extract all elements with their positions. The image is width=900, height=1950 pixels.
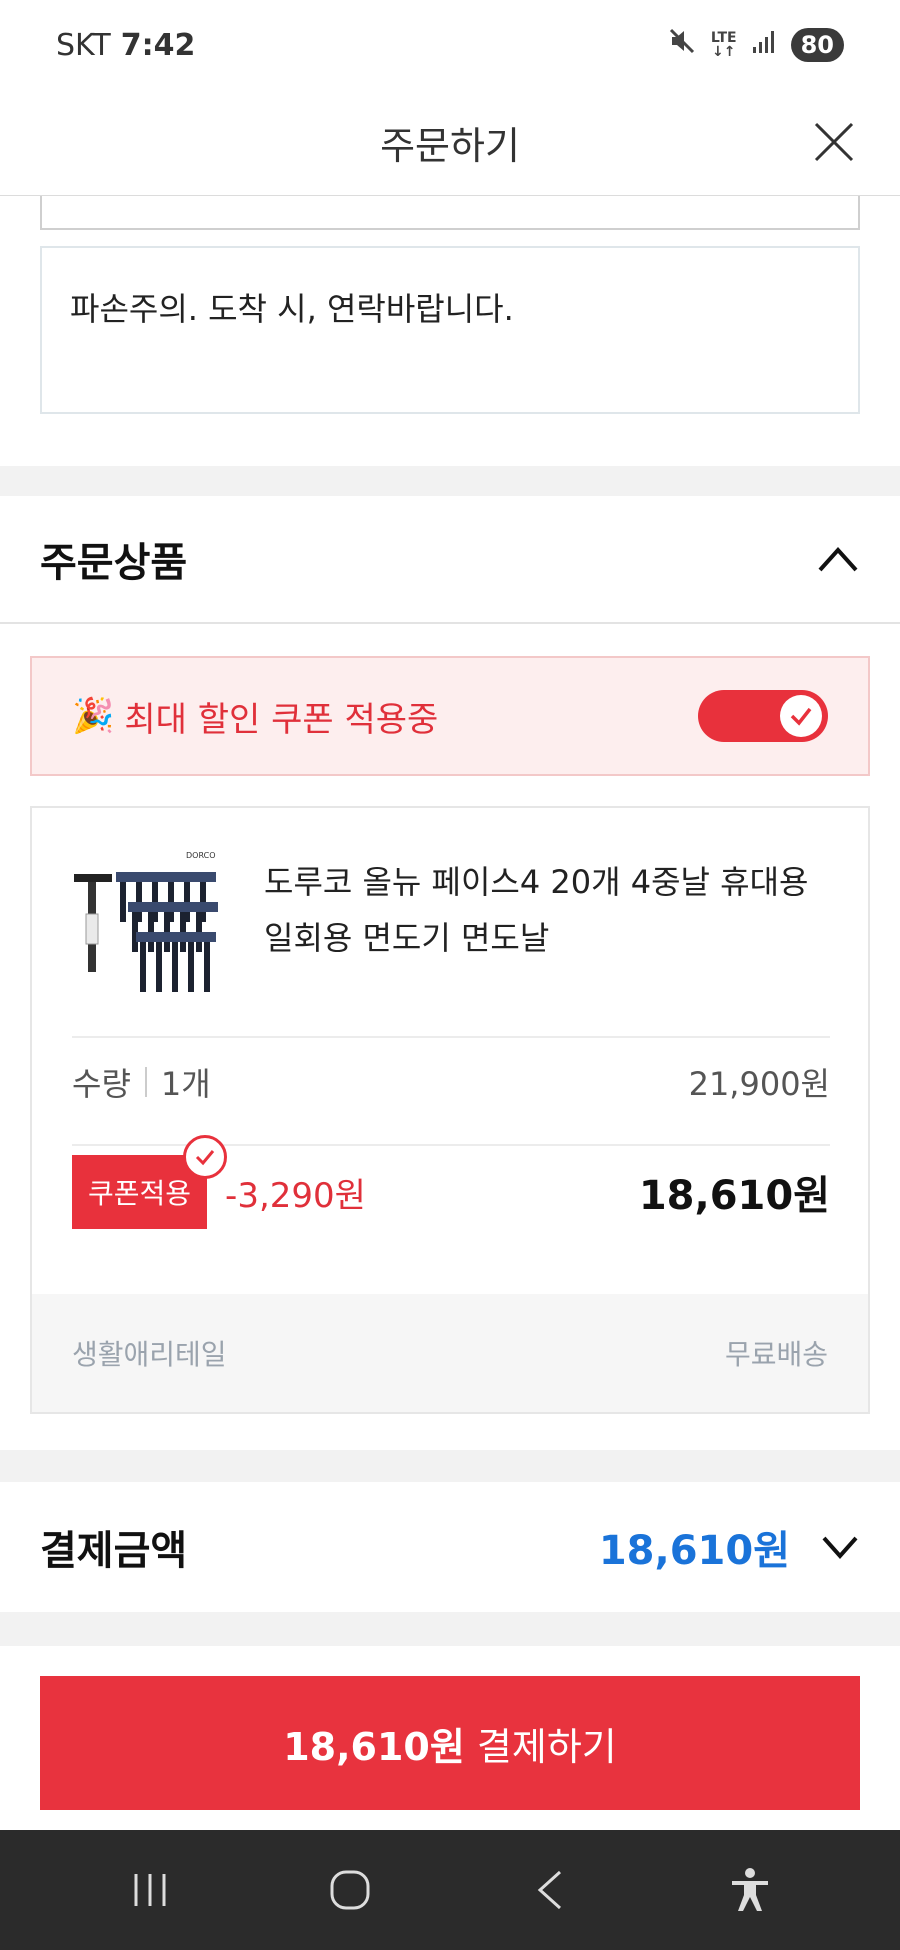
home-button[interactable] [310,1850,390,1930]
payment-right: 18,610원 [599,1518,860,1576]
status-bar: SKT 7:42 LTE ↓↑ 80 [0,0,900,90]
seller-info: 생활애리테일 무료배송 [32,1294,868,1412]
page-header: 주문하기 [0,90,900,196]
back-icon [537,1870,562,1910]
lte-indicator: LTE ↓↑ [711,31,737,59]
product-name-line1: 도루코 올뉴 페이스4 20개 4중날 휴대용 [264,863,809,901]
back-button[interactable] [510,1850,590,1930]
accessibility-icon [732,1868,768,1911]
address-field-partial[interactable] [40,196,860,230]
pay-button[interactable]: 18,610원 결제하기 [40,1676,860,1810]
section-divider [0,1612,900,1646]
status-left: SKT 7:42 [56,28,195,63]
product-name[interactable]: 도루코 올뉴 페이스4 20개 4중날 휴대용 일회용 면도기 면도날 [264,854,844,966]
chevron-down-icon[interactable] [820,1534,860,1560]
section-divider [0,1450,900,1482]
quantity-value: 1개 [160,1065,211,1103]
coupon-banner-text: 최대 할인 쿠폰 적용중 [124,699,439,740]
shipping-info: 무료배송 [724,1338,828,1371]
quantity-row: 수량 1개 21,900원 [72,1032,830,1132]
party-icon: 🎉 [72,696,115,736]
close-button[interactable] [804,112,864,172]
coupon-check-badge [183,1135,228,1179]
discount-amount: -3,290원 [225,1175,366,1216]
product-card: DORCO 도루코 올뉴 페이스4 20개 4중날 휴대용 일회용 면도기 면도… [30,806,870,1414]
coupon-banner-left: 🎉 최대 할인 쿠폰 적용중 [72,692,438,741]
mute-icon [667,26,697,64]
pay-button-amount: 18,610원 [283,1724,465,1769]
section-title: 주문상품 [40,540,188,586]
original-price: 21,900원 [688,1065,830,1103]
accessibility-button[interactable] [710,1850,790,1930]
quantity-label: 수량 [72,1065,131,1103]
price-row: 쿠폰적용 -3,290원 18,610원 [72,1135,830,1240]
check-icon [790,707,812,726]
coupon-apply-button[interactable]: 쿠폰적용 [72,1135,228,1229]
status-right: LTE ↓↑ 80 [667,26,844,64]
home-icon [330,1870,370,1910]
payment-amount: 18,610원 [598,1528,790,1574]
seller-name: 생활애리테일 [72,1338,227,1371]
coupon-banner: 🎉 최대 할인 쿠폰 적용중 [30,656,870,776]
payment-amount-row[interactable]: 결제금액 18,610원 [0,1482,900,1612]
pay-button-label: 결제하기 [464,1724,617,1769]
brand-label: DORCO [186,851,216,860]
recent-apps-button[interactable] [110,1850,190,1930]
quantity-separator [144,1067,147,1097]
close-icon [814,122,854,162]
coupon-discount: 쿠폰적용 -3,290원 [72,1135,366,1229]
check-icon [195,1150,215,1166]
product-image[interactable]: DORCO [68,844,218,1004]
chevron-up-icon[interactable] [816,544,860,574]
system-nav-bar [0,1830,900,1950]
quantity-info: 수량 1개 [72,1059,211,1105]
signal-icon [751,28,777,63]
delivery-memo-text: 파손주의. 도착 시, 연락바랍니다. [70,290,514,328]
recent-apps-icon [134,1874,166,1906]
payment-label: 결제금액 [40,1528,188,1574]
clock: 7:42 [120,27,196,63]
product-name-line2: 일회용 면도기 면도날 [264,919,550,957]
toggle-knob [780,695,822,737]
delivery-memo-field[interactable]: 파손주의. 도착 시, 연락바랍니다. [40,246,860,414]
coupon-tag-label: 쿠폰적용 [88,1177,192,1210]
order-items-header[interactable]: 주문상품 [0,496,900,624]
data-arrows: ↓↑ [712,44,736,60]
coupon-toggle[interactable] [698,690,828,742]
battery-indicator: 80 [790,28,844,62]
final-price: 18,610원 [638,1173,830,1219]
carrier-label: SKT [56,27,111,63]
section-divider [0,466,900,496]
page-title: 주문하기 [380,124,520,168]
